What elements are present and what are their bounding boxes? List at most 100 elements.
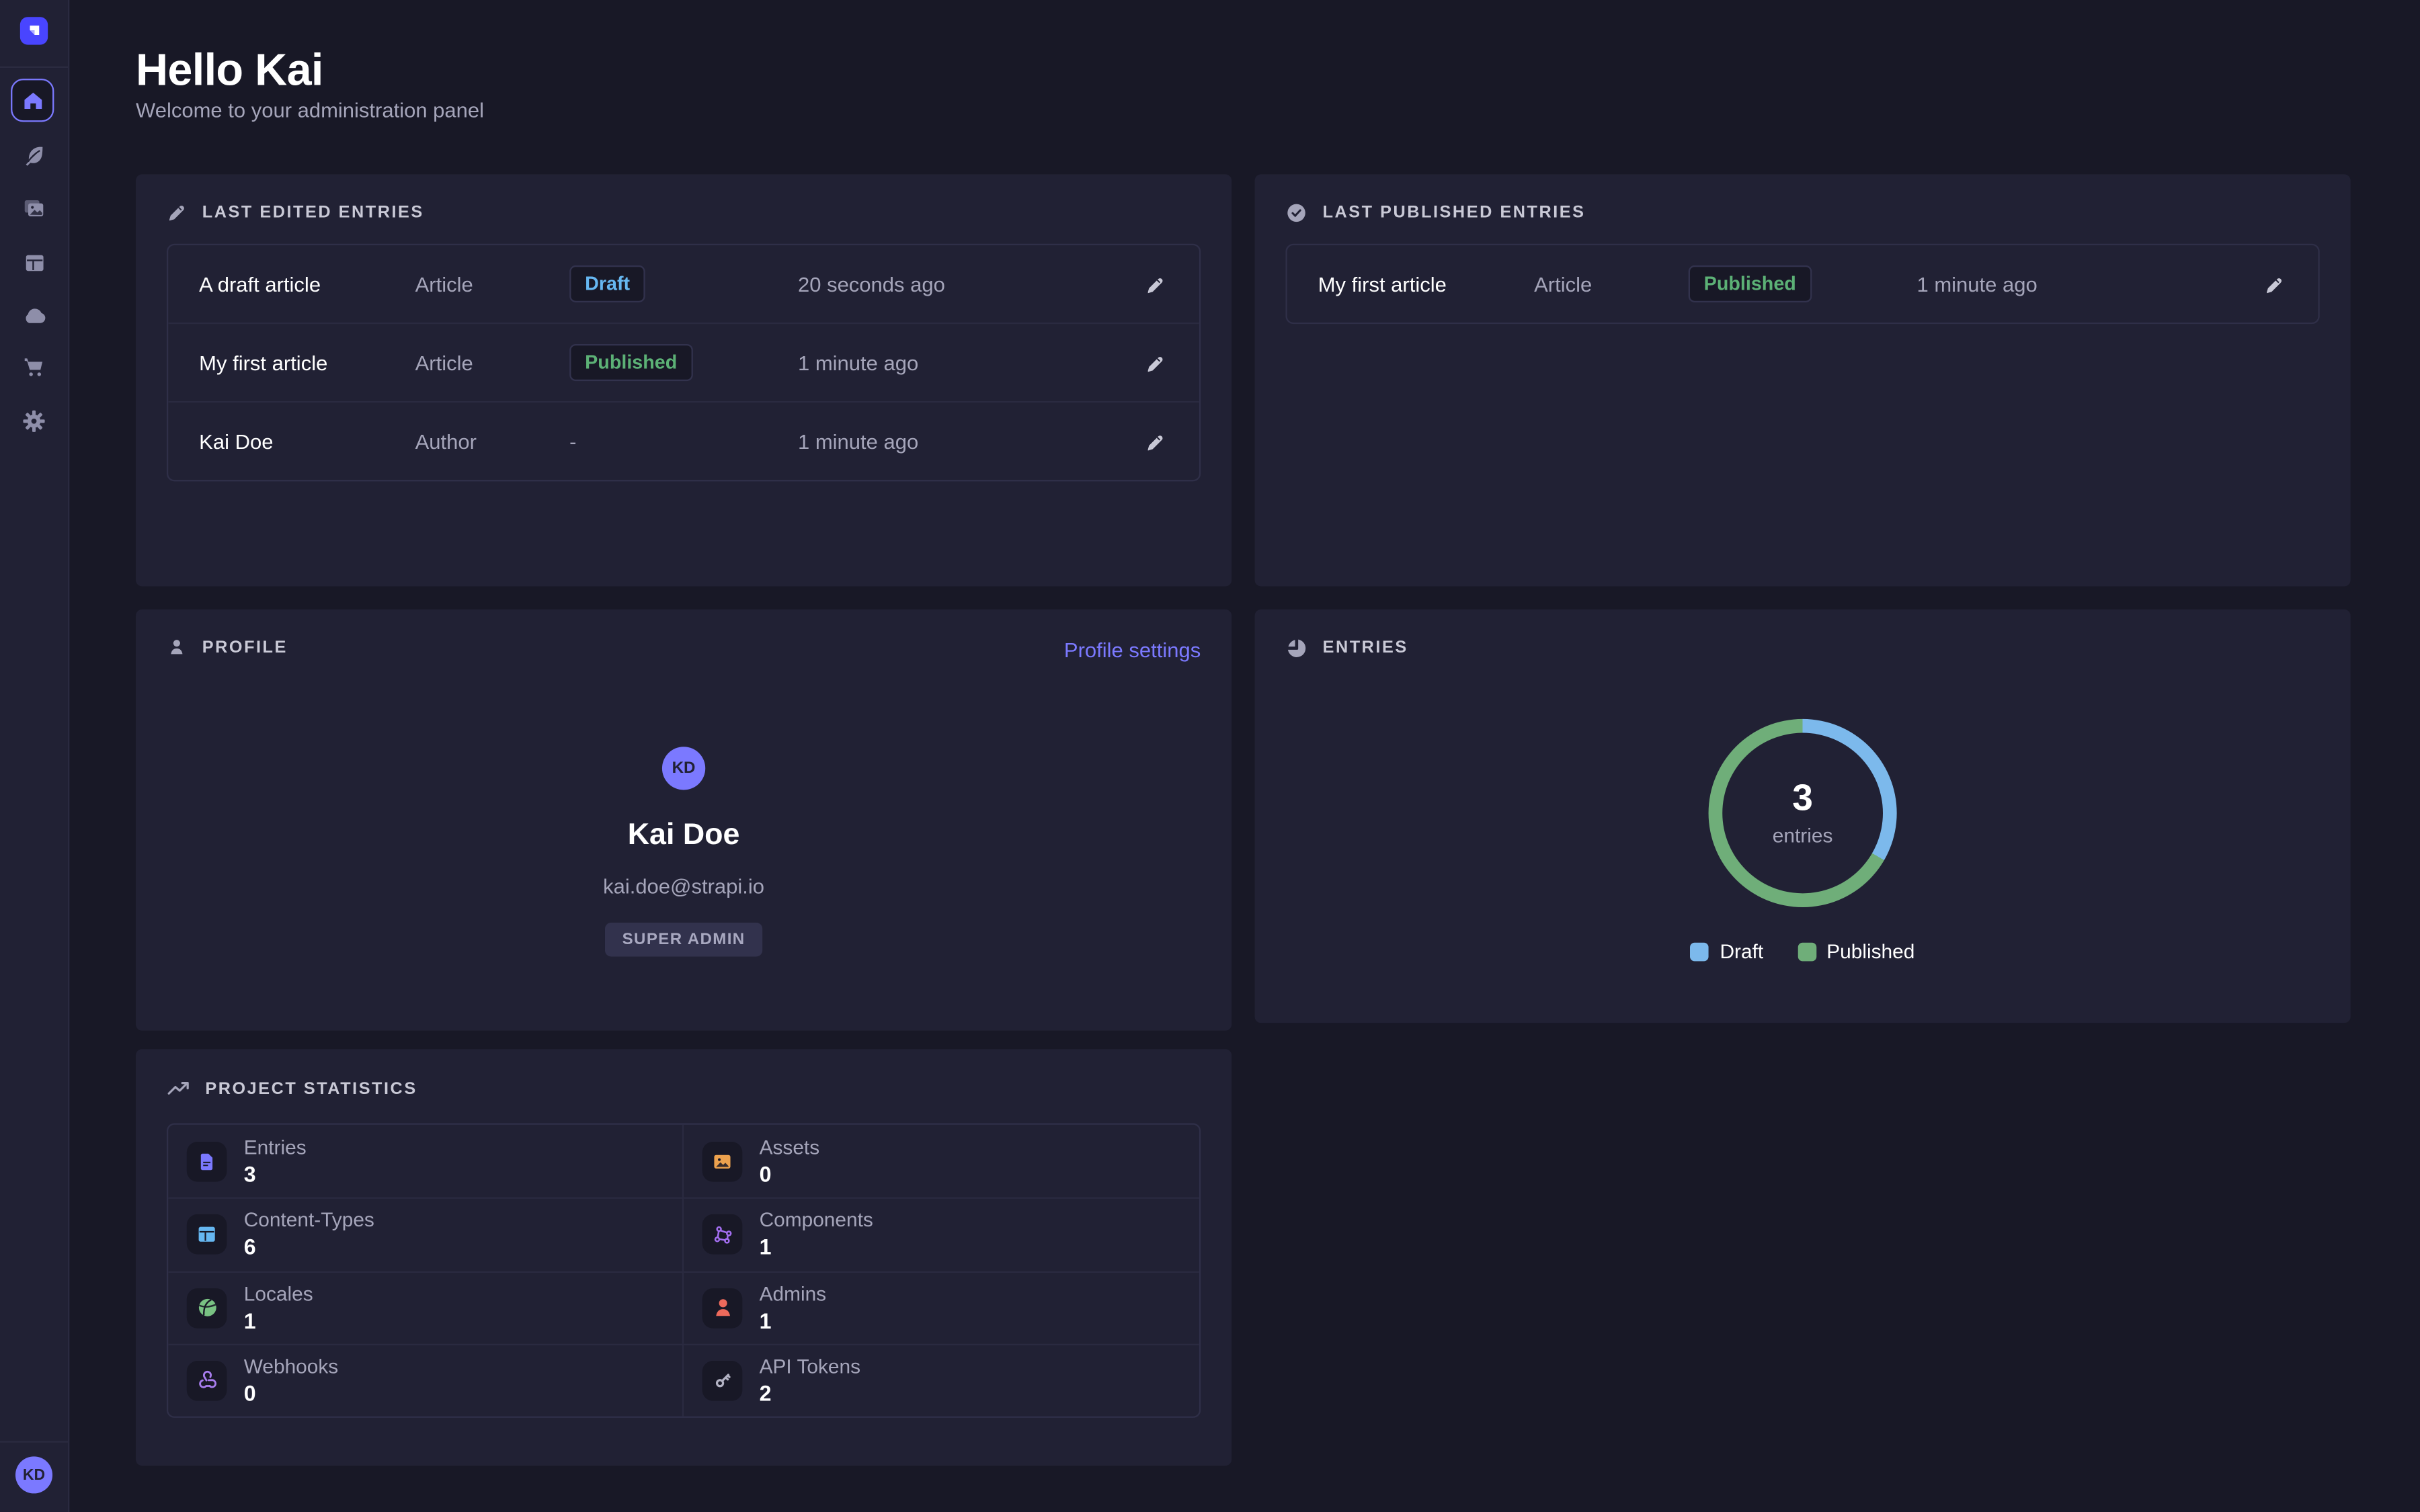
last-edited-entries-panel: LAST EDITED ENTRIES A draft articleArtic… [136,174,1232,586]
entries-count: 3 [1792,779,1813,819]
check-circle-icon [1285,202,1307,224]
entry-name: A draft article [168,272,415,295]
table-row: My first articleArticlePublished1 minute… [168,323,1199,401]
media-library-icon [22,196,46,221]
stat-label: Content-Types [244,1209,374,1234]
sidebar-item-settings[interactable] [0,395,68,448]
sidebar-item-marketplace[interactable] [0,341,68,393]
stat-label: API Tokens [760,1355,860,1380]
sidebar-item-content-manager[interactable] [0,130,68,182]
user-avatar[interactable]: KD [15,1456,52,1493]
home-icon [21,89,44,112]
status-badge: Draft [569,265,645,302]
stat-value: 6 [244,1233,374,1261]
edit-entry-button[interactable] [1110,353,1199,373]
table-row: A draft articleArticleDraft 20 seconds ag… [168,245,1199,323]
pencil-icon [1144,353,1164,373]
stat-cell-api-tokens: API Tokens2 [684,1343,1199,1416]
edit-entry-button[interactable] [1110,431,1199,452]
page-title: Hello Kai [136,46,323,97]
entry-status-empty: - [569,429,798,452]
webhooks-icon [187,1361,227,1401]
components-icon [702,1215,743,1255]
sidebar: KD [0,0,69,1512]
entries-donut-chart: 3 entries [1709,719,1897,907]
panel-title: LAST EDITED ENTRIES [202,203,424,222]
pencil-icon [167,202,187,222]
stat-cell-admins: Admins1 [684,1271,1199,1343]
user-icon [167,637,187,657]
entry-type: Article [415,351,570,374]
stat-value: 1 [760,1306,827,1334]
sidebar-divider [0,1441,68,1442]
stat-label: Entries [244,1135,307,1160]
assets-picture-icon [702,1141,743,1181]
sidebar-item-deploy[interactable] [0,288,68,341]
last-edited-entries-table: A draft articleArticleDraft20 seconds ag… [167,244,1201,482]
pencil-icon [1144,431,1164,452]
content-types-layout-icon [187,1215,227,1255]
table-row: Kai DoeAuthor-1 minute ago [168,401,1199,480]
sidebar-item-content-type-builder[interactable] [0,236,68,288]
entry-name: My first article [168,351,415,374]
entry-name: My first article [1287,272,1534,295]
edit-entry-button[interactable] [2228,274,2318,294]
edit-entry-button[interactable] [1110,274,1199,294]
stat-value: 2 [760,1379,860,1406]
panel-title: PROJECT STATISTICS [205,1079,417,1098]
trending-up-icon [167,1077,190,1100]
last-published-entries-table: My first articleArticlePublished 1 minute… [1285,244,2319,324]
stat-cell-webhooks: Webhooks0 [168,1343,684,1416]
chart-legend: DraftPublished [1255,939,2351,962]
profile-panel: PROFILE Profile settings KD Kai Doe kai.… [136,610,1232,1031]
last-published-entries-panel: LAST PUBLISHED ENTRIES My first articleA… [1255,174,2351,586]
project-statistics-grid: Entries3Assets0Content-Types6Components1… [167,1123,1201,1418]
profile-name: Kai Doe [628,818,740,853]
strapi-admin-dashboard: KD Hello Kai Welcome to your administrat… [0,0,2420,1512]
chart-pie-icon [1285,637,1307,659]
entry-status-cell: Published [569,344,798,381]
stat-value: 1 [760,1233,873,1261]
entry-type: Article [1534,272,1689,295]
feather-icon [22,144,46,169]
admins-user-icon [702,1288,743,1328]
api-tokens-key-icon [702,1361,743,1401]
stat-label: Webhooks [244,1355,338,1380]
stat-cell-content-types: Content-Types6 [168,1198,684,1270]
pencil-icon [2263,274,2284,294]
gear-icon [22,409,46,433]
pencil-icon [1144,274,1164,294]
entry-name: Kai Doe [168,429,415,452]
entry-type: Author [415,429,570,452]
status-badge: Published [1689,265,1812,302]
layout-icon [22,251,45,274]
legend-label: Published [1826,939,1914,962]
stat-cell-components: Components1 [684,1198,1199,1270]
entry-timestamp: 1 minute ago [1917,272,2229,295]
entries-file-icon [187,1141,227,1181]
entries-count-label: entries [1773,824,1833,847]
stat-label: Components [760,1209,873,1234]
entry-status-cell: Draft [569,265,798,302]
profile-settings-link[interactable]: Profile settings [1064,639,1201,662]
stat-cell-locales: Locales1 [168,1271,684,1343]
sidebar-divider [0,67,68,68]
main-content: Hello Kai Welcome to your administration… [68,0,2420,1512]
sidebar-item-home[interactable] [11,79,54,122]
entry-timestamp: 20 seconds ago [798,272,1110,295]
entry-timestamp: 1 minute ago [798,351,1110,374]
page-subtitle: Welcome to your administration panel [136,99,484,122]
entry-timestamp: 1 minute ago [798,429,1110,452]
stat-value: 3 [244,1160,307,1187]
panel-title: LAST PUBLISHED ENTRIES [1323,204,1586,222]
stat-cell-entries: Entries3 [168,1125,684,1198]
entry-status-cell: Published [1689,265,1917,302]
role-badge: SUPER ADMIN [605,923,762,957]
stat-cell-assets: Assets0 [684,1125,1199,1198]
stat-value: 0 [760,1160,820,1187]
entry-type: Article [415,272,570,295]
table-row: My first articleArticlePublished 1 minute… [1287,245,2318,323]
sidebar-item-media-library[interactable] [0,182,68,235]
cart-icon [22,355,46,380]
strapi-logo-icon[interactable] [20,17,48,44]
